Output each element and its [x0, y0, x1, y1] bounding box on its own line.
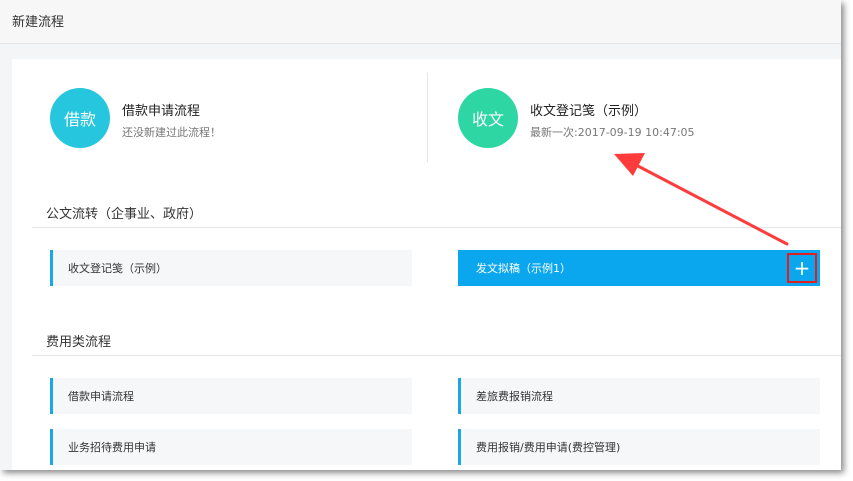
process-item-travel-reimbursement[interactable]: 差旅费报销流程: [458, 378, 820, 414]
receipt-process-avatar: 收文: [458, 88, 518, 148]
process-item-label: 收文登记笺（示例）: [68, 262, 167, 275]
add-process-button[interactable]: +: [787, 253, 817, 283]
recent-process-timestamp: 最新一次:2017-09-19 10:47:05: [530, 126, 695, 139]
page-title: 新建流程: [12, 15, 65, 30]
section-title-expenses: 费用类流程: [46, 335, 112, 350]
process-item-label: 发文拟稿（示例1）: [476, 262, 571, 275]
process-item-label: 费用报销/费用申请(费控管理): [476, 441, 621, 454]
new-process-window: 新建流程 借款 借款申请流程 还没新建过此流程！ 收文 收文登记笺（示例） 最新…: [0, 0, 841, 470]
loan-process-avatar: 借款: [50, 88, 110, 148]
process-item-loan-application[interactable]: 借款申请流程: [50, 378, 412, 414]
process-item-draft-document[interactable]: 发文拟稿（示例1） +: [458, 250, 820, 286]
recent-process-status: 还没新建过此流程！: [122, 126, 221, 139]
recent-divider: [427, 73, 428, 162]
process-item-entertainment-expense[interactable]: 业务招待费用申请: [50, 429, 412, 465]
recent-process-name: 收文登记笺（示例）: [530, 104, 648, 119]
process-item-label: 借款申请流程: [68, 390, 134, 403]
process-panel: 借款 借款申请流程 还没新建过此流程！ 收文 收文登记笺（示例） 最新一次:20…: [12, 59, 841, 470]
section-title-document-flow: 公文流转（企事业、政府）: [46, 207, 203, 222]
section-divider: [32, 355, 841, 356]
recent-process-card[interactable]: 借款 借款申请流程 还没新建过此流程！: [50, 73, 430, 163]
process-item-label: 差旅费报销流程: [476, 390, 553, 403]
recent-process-name: 借款申请流程: [122, 104, 201, 119]
process-item-expense-reimbursement[interactable]: 费用报销/费用申请(费控管理): [458, 429, 820, 465]
section-divider: [32, 227, 841, 228]
process-item-label: 业务招待费用申请: [68, 441, 156, 454]
process-item-receipt-registration[interactable]: 收文登记笺（示例）: [50, 250, 412, 286]
header-bar: 新建流程: [0, 0, 841, 44]
recent-process-card[interactable]: 收文 收文登记笺（示例） 最新一次:2017-09-19 10:47:05: [458, 73, 838, 163]
